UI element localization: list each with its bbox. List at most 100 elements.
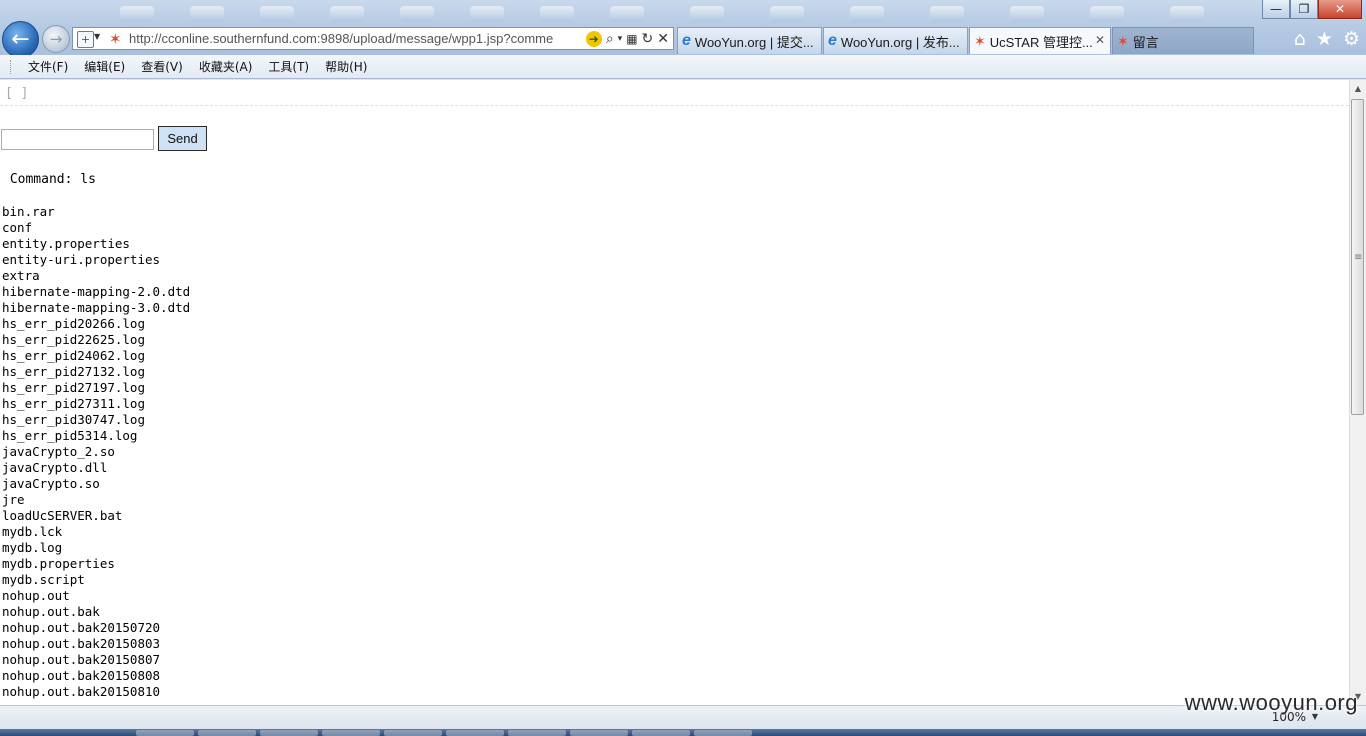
file-entry: hibernate-mapping-3.0.dtd <box>2 300 191 315</box>
forward-button[interactable]: → <box>42 25 70 53</box>
address-bar-actions: ➜ ⌕ ▾ ▦ ↻ ✕ <box>585 29 669 49</box>
tab-label: 留言 <box>1132 34 1159 50</box>
close-window-button[interactable]: ✕ <box>1318 0 1362 19</box>
file-entry: bin.rar <box>2 204 55 219</box>
tools-gear-icon[interactable]: ⚙ <box>1343 28 1360 50</box>
desktop-icon-decoration <box>540 6 574 22</box>
search-dropdown-icon[interactable]: ▾ <box>618 34 623 44</box>
file-entry: nohup.out.bak20150720 <box>2 620 161 635</box>
file-entry: entity.properties <box>2 236 130 251</box>
taskbar-item[interactable] <box>570 730 628 736</box>
menu-view[interactable]: 查看(V) <box>133 58 191 75</box>
scroll-grip-icon: ≡ <box>1354 252 1363 263</box>
tab-wooyun-submit[interactable]: e WooYun.org | 提交... <box>677 27 822 54</box>
file-entry: entity-uri.properties <box>2 252 161 267</box>
file-entry: hs_err_pid27311.log <box>2 396 145 411</box>
file-entry: nohup.out.bak20150808 <box>2 668 161 683</box>
scroll-up-icon[interactable]: ▲ <box>1350 80 1366 97</box>
file-entry: mydb.lck <box>2 524 63 539</box>
minimize-button[interactable]: — <box>1262 0 1290 19</box>
taskbar-item[interactable] <box>694 730 752 736</box>
ie-icon: e <box>682 32 691 49</box>
close-tab-icon[interactable]: ✕ <box>1095 33 1105 47</box>
forward-arrow-icon: → <box>49 30 63 48</box>
refresh-icon[interactable]: ↻ <box>642 31 654 47</box>
desktop-icon-decoration <box>1090 6 1124 22</box>
file-entry: hs_err_pid22625.log <box>2 332 145 347</box>
taskbar-item[interactable] <box>322 730 380 736</box>
file-entry: hs_err_pid27197.log <box>2 380 145 395</box>
compat-add-icon[interactable]: + <box>77 31 94 48</box>
search-icon[interactable]: ⌕ <box>606 31 614 47</box>
file-entry: javaCrypto.so <box>2 476 100 491</box>
file-entry: hs_err_pid27132.log <box>2 364 145 379</box>
file-entry: hs_err_pid30747.log <box>2 412 145 427</box>
file-entry: hs_err_pid20266.log <box>2 316 145 331</box>
desktop-icon-decoration <box>190 6 224 22</box>
file-entry: nohup.out.bak20150807 <box>2 652 161 667</box>
stop-icon[interactable]: ✕ <box>657 31 669 47</box>
file-entry: jre <box>2 492 25 507</box>
file-entry: nohup.out <box>2 588 70 603</box>
file-entry: hs_err_pid24062.log <box>2 348 145 363</box>
file-entry: javaCrypto_2.so <box>2 444 115 459</box>
address-bar[interactable]: + ▼ ✶ http://cconline.southernfund.com:9… <box>72 27 674 50</box>
file-entry: mydb.log <box>2 540 63 555</box>
frame-brackets: [ ] <box>5 86 29 101</box>
page-viewport: [ ] Send Command: ls bin.rar conf entity.p… <box>0 80 1349 705</box>
taskbar-item[interactable] <box>384 730 442 736</box>
desktop-icon-decoration <box>260 6 294 22</box>
send-button[interactable]: Send <box>158 126 207 151</box>
desktop-icon-decoration <box>120 6 154 22</box>
tab-label: WooYun.org | 发布... <box>840 34 960 50</box>
tab-label: WooYun.org | 提交... <box>694 34 814 50</box>
desktop-icon-decoration <box>1170 6 1204 22</box>
restore-button[interactable]: ❐ <box>1290 0 1318 19</box>
taskbar-item[interactable] <box>632 730 690 736</box>
back-button[interactable]: ← <box>2 21 39 58</box>
file-entry: loadUcSERVER.bat <box>2 508 123 523</box>
go-icon[interactable]: ➜ <box>585 31 602 47</box>
file-entry: mydb.properties <box>2 556 115 571</box>
url-text[interactable]: http://cconline.southernfund.com:9898/up… <box>129 31 561 46</box>
site-favicon-icon: ✶ <box>109 30 122 48</box>
file-entry: hs_err_pid5314.log <box>2 428 138 443</box>
file-listing: bin.rar conf entity.properties entity-uri.p… <box>2 204 190 700</box>
ie-icon: e <box>828 32 837 49</box>
compatibility-view-icon[interactable]: ▦ <box>626 32 637 46</box>
file-entry: nohup.out.bak20150810 <box>2 684 161 699</box>
taskbar-item[interactable] <box>508 730 566 736</box>
menu-help[interactable]: 帮助(H) <box>317 58 375 75</box>
chevron-down-icon[interactable]: ▼ <box>94 32 100 41</box>
command-icons: ⌂ ★ ⚙ <box>1294 28 1360 50</box>
tab-ucstar-admin[interactable]: ✶ UcSTAR 管理控... ✕ <box>969 27 1111 54</box>
command-input[interactable] <box>1 129 154 150</box>
status-bar: 100% ▼ <box>0 705 1366 729</box>
tab-message[interactable]: ✶ 留言 <box>1112 27 1254 54</box>
desktop-icon-decoration <box>330 6 364 22</box>
taskbar-item[interactable] <box>260 730 318 736</box>
taskbar-item[interactable] <box>136 730 194 736</box>
vertical-scrollbar[interactable]: ▲ ≡ ▼ <box>1349 80 1366 705</box>
favorites-star-icon[interactable]: ★ <box>1316 28 1333 50</box>
desktop-icon-decoration <box>470 6 504 22</box>
file-entry: extra <box>2 268 40 283</box>
tab-wooyun-publish[interactable]: e WooYun.org | 发布... <box>823 27 968 54</box>
file-entry: mydb.script <box>2 572 85 587</box>
taskbar-item[interactable] <box>198 730 256 736</box>
home-icon[interactable]: ⌂ <box>1294 28 1306 50</box>
desktop-icon-decoration <box>930 6 964 22</box>
menu-file[interactable]: 文件(F) <box>20 58 76 75</box>
menu-edit[interactable]: 编辑(E) <box>76 58 133 75</box>
desktop-icon-decoration <box>400 6 434 22</box>
file-entry: conf <box>2 220 33 235</box>
ucstar-icon: ✶ <box>974 32 986 49</box>
ucstar-icon: ✶ <box>1117 32 1129 49</box>
desktop-icon-decoration <box>1010 6 1044 22</box>
menu-grip <box>10 59 14 74</box>
menu-bar: 文件(F) 编辑(E) 查看(V) 收藏夹(A) 工具(T) 帮助(H) <box>0 55 1366 79</box>
menu-favorites[interactable]: 收藏夹(A) <box>191 58 261 75</box>
taskbar-item[interactable] <box>446 730 504 736</box>
menu-tools[interactable]: 工具(T) <box>260 58 317 75</box>
desktop-icon-decoration <box>850 6 884 22</box>
